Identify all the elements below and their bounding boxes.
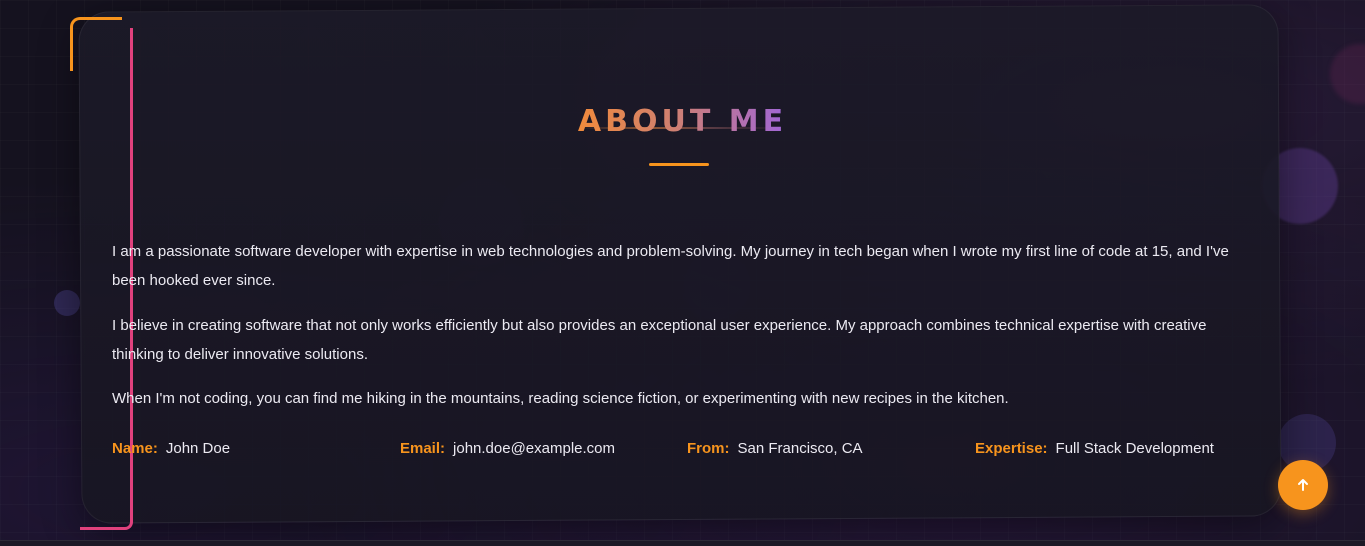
about-paragraph: I am a passionate software developer wit…: [112, 243, 1229, 289]
info-label: Name:: [112, 440, 158, 457]
arrow-up-icon: [1296, 478, 1310, 492]
info-item-expertise: Expertise: Full Stack Development: [975, 440, 1214, 457]
info-label: Email:: [400, 440, 446, 457]
info-label: From:: [687, 440, 730, 457]
bottom-edge-bar: [0, 540, 1365, 546]
info-value: Full Stack Development: [1055, 440, 1214, 457]
info-label: Expertise:: [975, 440, 1048, 457]
info-item-name: Name: John Doe: [112, 440, 230, 457]
info-value: John Doe: [165, 440, 231, 457]
title-underline: [649, 163, 709, 166]
info-value: San Francisco, CA: [737, 440, 863, 457]
decorative-orb: [54, 290, 80, 316]
decorative-orb: [1330, 44, 1365, 104]
section-title: ABOUT ME: [577, 104, 788, 139]
about-paragraph: I believe in creating software that not …: [112, 317, 1207, 363]
scroll-to-top-button[interactable]: [1278, 460, 1328, 510]
info-value: john.doe@example.com: [453, 440, 615, 457]
about-paragraph: When I'm not coding, you can find me hik…: [112, 390, 1009, 407]
info-item-from: From: San Francisco, CA: [687, 440, 863, 457]
info-item-email: Email: john.doe@example.com: [400, 440, 615, 457]
